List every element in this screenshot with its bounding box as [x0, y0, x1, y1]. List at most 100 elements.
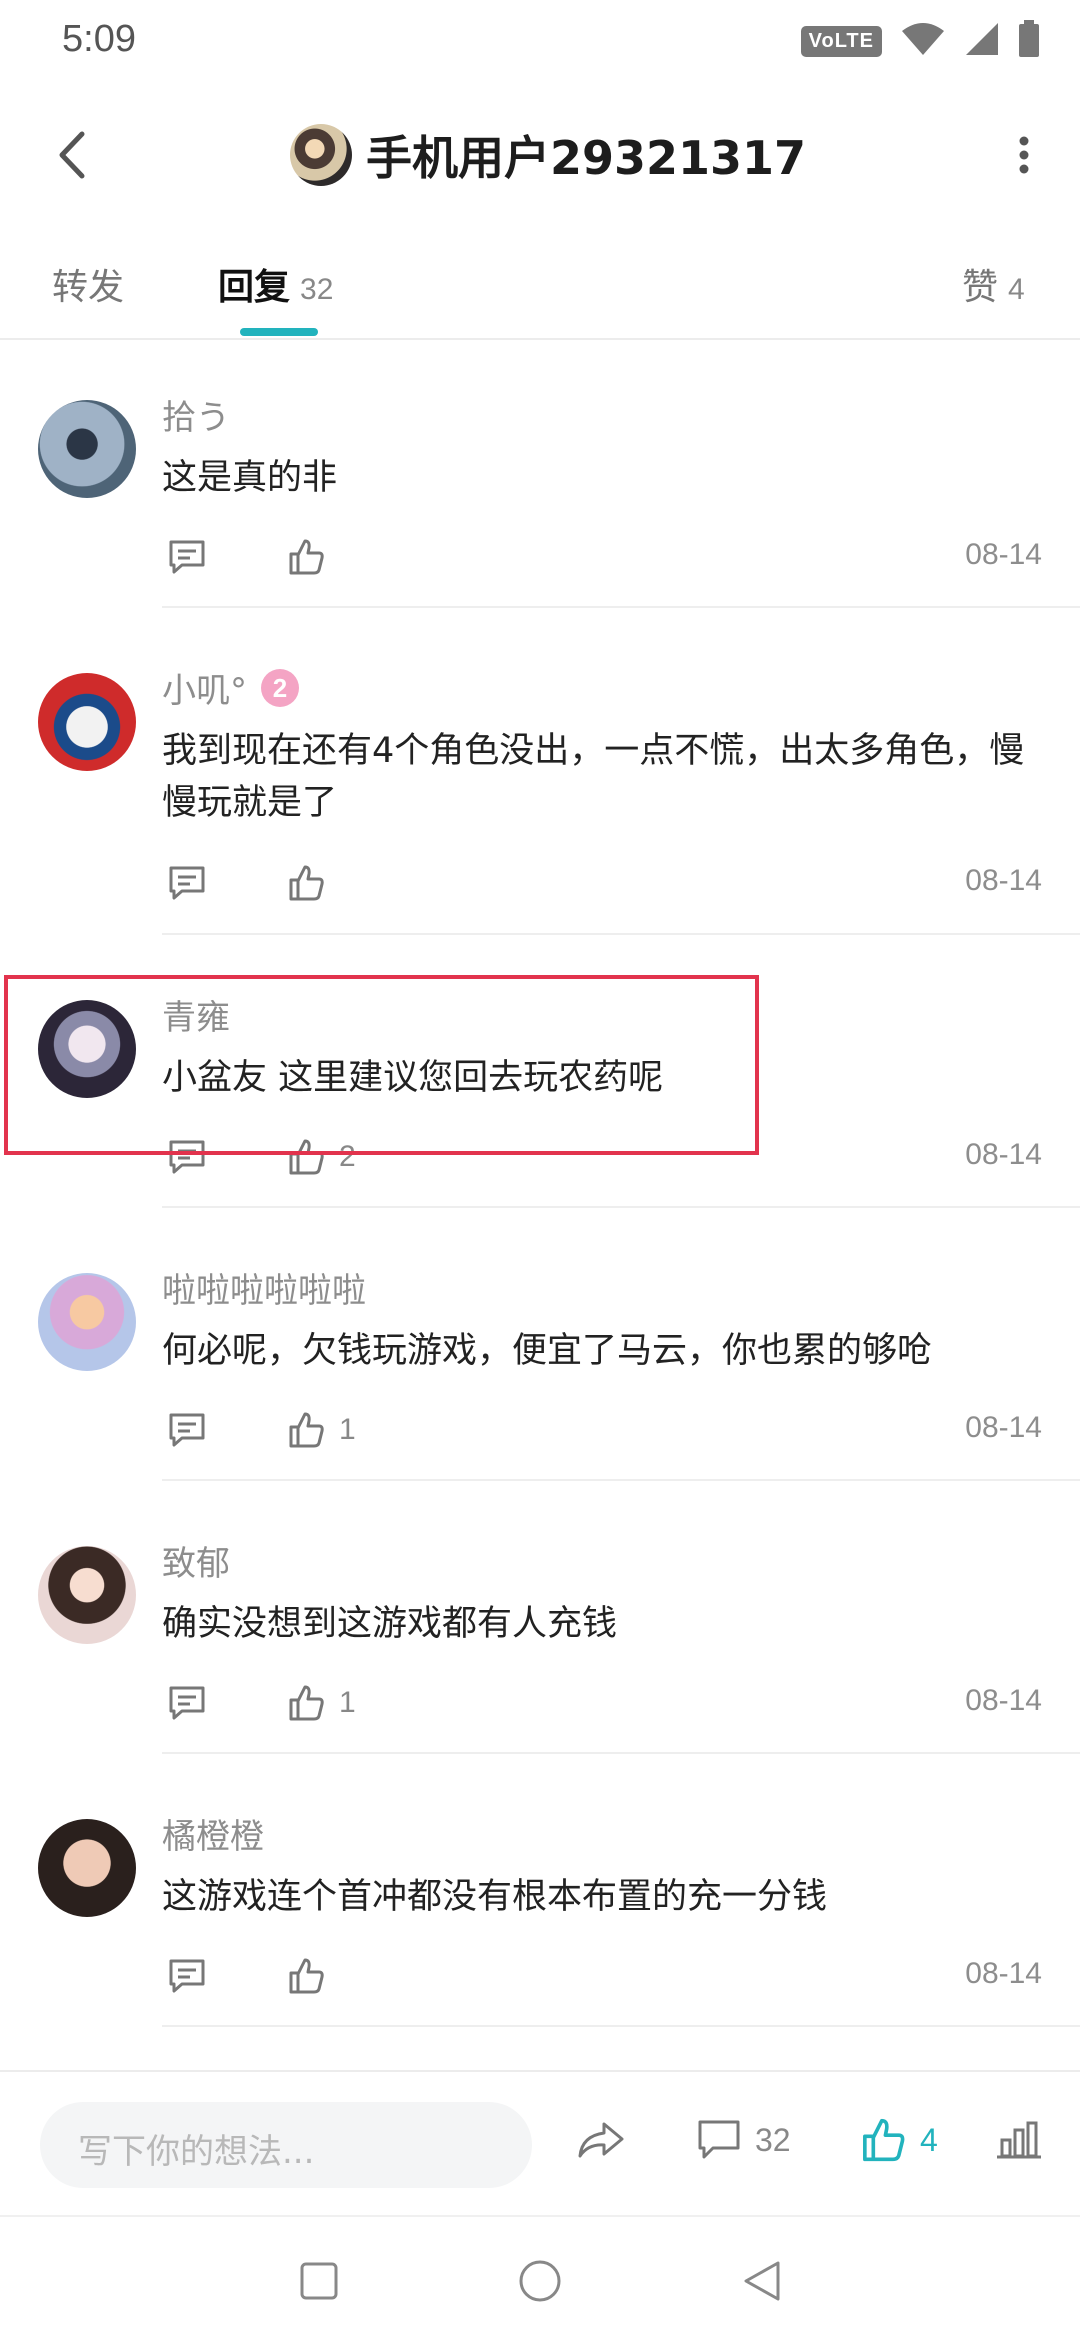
avatar[interactable] — [38, 673, 136, 771]
comment-icon — [169, 866, 205, 900]
thumbs-up-icon — [289, 865, 324, 901]
share-button[interactable] — [576, 2110, 626, 2170]
comment-username[interactable]: 啦啦啦啦啦啦 — [162, 1263, 366, 1312]
divider — [162, 1206, 1080, 1208]
tab-reposts[interactable]: 转发 — [52, 258, 124, 310]
comment-count: 32 — [755, 2121, 791, 2158]
like-button[interactable]: 1 — [287, 1678, 356, 1728]
bottom-action-bar: 写下你的想法... 32 4 — [0, 2070, 1080, 2217]
comment-content: 何必呢，欠钱玩游戏，便宜了马云，你也累的够呛 — [162, 1331, 933, 1371]
like-button[interactable] — [287, 1951, 339, 2001]
status-bar: 5:09 VoLTE — [0, 0, 1080, 80]
page-title: 手机用户29321317 — [366, 131, 807, 185]
home-button[interactable] — [510, 2251, 570, 2311]
comment-actions: 08-14 — [162, 858, 1042, 908]
comment-username[interactable]: 致郁 — [162, 1536, 230, 1585]
back-arrow-icon — [59, 131, 85, 179]
like-button[interactable] — [287, 532, 339, 582]
avatar[interactable] — [38, 400, 136, 498]
input-placeholder: 写下你的想法... — [78, 2132, 315, 2172]
wifi-icon — [900, 21, 946, 61]
comment-actions: 1 08-14 — [162, 1405, 1042, 1455]
volte-badge: VoLTE — [800, 25, 882, 57]
avatar[interactable] — [290, 124, 352, 186]
more-vertical-icon — [1019, 136, 1029, 174]
comment-date: 08-14 — [965, 864, 1042, 897]
tab-label: 转发 — [52, 267, 125, 308]
tab-count: 32 — [300, 273, 334, 306]
reply-button[interactable] — [162, 1405, 212, 1455]
recents-button[interactable] — [289, 2251, 349, 2311]
comment-input[interactable]: 写下你的想法... — [40, 2102, 532, 2188]
stats-button[interactable] — [996, 2110, 1042, 2170]
comments-button[interactable]: 32 — [697, 2110, 791, 2170]
comment-content: 这游戏连个首冲都没有根本布置的充一分钱 — [162, 1877, 828, 1917]
like-count: 1 — [339, 1413, 356, 1446]
comment-username[interactable]: 小叽° 2 — [162, 663, 299, 712]
comment-username[interactable]: 拾う — [162, 390, 230, 439]
header: 手机用户29321317 — [0, 90, 1080, 220]
highlight-box — [4, 975, 759, 1155]
comment-icon — [169, 1686, 205, 1720]
comment-content: 我到现在还有4个角色没出，一点不慌，出太多角色，慢慢玩就是了 — [162, 731, 1025, 823]
tab-likes[interactable]: 赞 4 — [962, 258, 1025, 310]
square-icon — [300, 2262, 338, 2300]
comment-date: 08-14 — [965, 1411, 1042, 1444]
status-time: 5:09 — [62, 18, 136, 60]
avatar[interactable] — [38, 1819, 136, 1917]
active-tab-indicator — [240, 328, 318, 336]
divider — [162, 2025, 1080, 2027]
back-button[interactable] — [36, 120, 106, 190]
like-button[interactable]: 1 — [287, 1405, 356, 1455]
like-button[interactable]: 4 — [860, 2110, 938, 2170]
comment-actions: 1 08-14 — [162, 1678, 1042, 1728]
title-group[interactable]: 手机用户29321317 — [290, 120, 806, 190]
comment-content: 确实没想到这游戏都有人充钱 — [162, 1604, 618, 1644]
comment-icon — [698, 2120, 740, 2159]
like-button[interactable] — [287, 858, 339, 908]
avatar[interactable] — [38, 1546, 136, 1644]
divider — [162, 1752, 1080, 1754]
tab-label: 赞 — [962, 267, 999, 308]
username-text: 小叽° — [162, 671, 247, 711]
thumbs-up-icon — [863, 2118, 905, 2162]
comment-actions: 08-14 — [162, 1951, 1042, 2001]
more-options-button[interactable] — [994, 120, 1054, 190]
tab-replies[interactable]: 回复 32 — [218, 258, 333, 310]
circle-icon — [519, 2260, 561, 2302]
like-count: 1 — [339, 1686, 356, 1719]
thumbs-up-icon — [289, 1958, 324, 1994]
divider — [162, 606, 1080, 608]
divider — [162, 1479, 1080, 1481]
reply-button[interactable] — [162, 1951, 212, 2001]
comment-date: 08-14 — [965, 1957, 1042, 1990]
comment-date: 08-14 — [965, 538, 1042, 571]
comment-date: 08-14 — [965, 1138, 1042, 1171]
thumbs-up-icon — [289, 539, 324, 575]
battery-icon — [1018, 20, 1040, 62]
signal-icon — [964, 21, 1000, 61]
comment-username[interactable]: 橘橙橙 — [162, 1809, 264, 1858]
tab-bar: 转发 回复 32 赞 4 — [0, 228, 1080, 340]
share-icon — [578, 2122, 624, 2158]
tab-count: 4 — [1008, 273, 1025, 306]
reply-button[interactable] — [162, 532, 212, 582]
comment-content: 这是真的非 — [162, 458, 338, 498]
divider — [162, 933, 1080, 935]
avatar[interactable] — [38, 1273, 136, 1371]
status-icons: VoLTE — [800, 20, 1040, 62]
thumbs-up-icon — [289, 1685, 324, 1721]
thumbs-up-icon — [289, 1412, 324, 1448]
reply-button[interactable] — [162, 1678, 212, 1728]
triangle-back-icon — [744, 2261, 780, 2301]
tab-label: 回复 — [218, 267, 291, 308]
like-count: 4 — [920, 2121, 938, 2158]
comment-actions: 08-14 — [162, 532, 1042, 582]
comment-date: 08-14 — [965, 1684, 1042, 1717]
system-nav-bar — [0, 2215, 1080, 2342]
back-nav-button[interactable] — [732, 2251, 792, 2311]
bar-chart-icon — [997, 2121, 1041, 2159]
comment-icon — [169, 1413, 205, 1447]
reply-button[interactable] — [162, 858, 212, 908]
level-badge: 2 — [261, 668, 299, 707]
